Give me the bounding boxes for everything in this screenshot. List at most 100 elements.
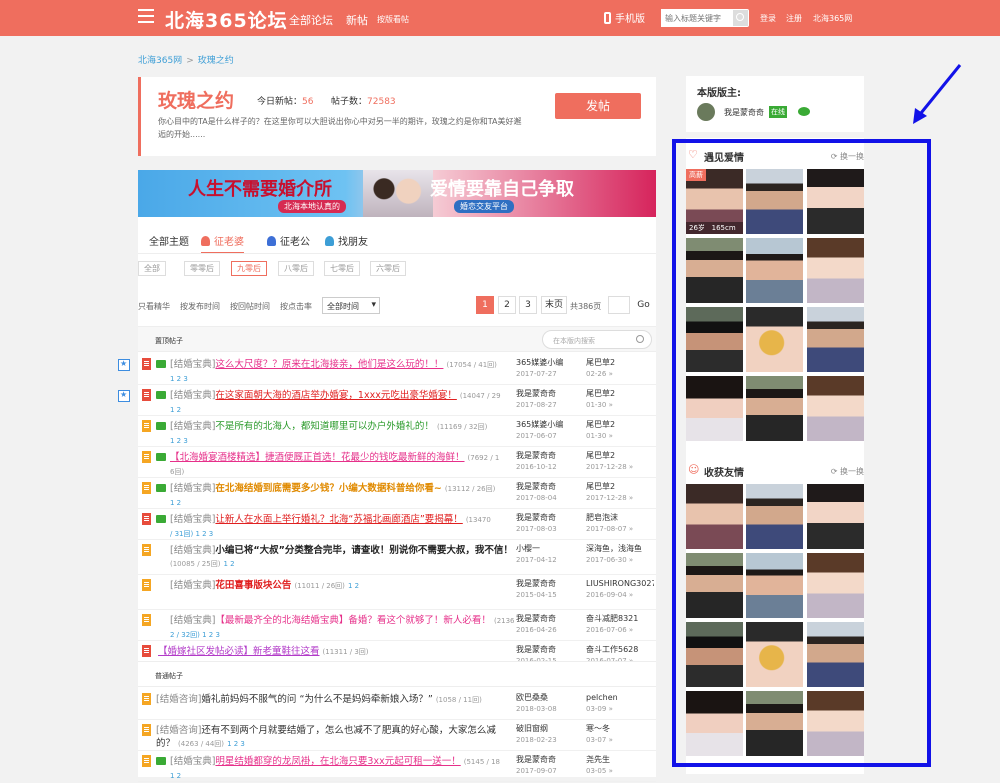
login-link[interactable]: 登录 [760,13,776,24]
site-logo[interactable]: 北海365论坛 [165,6,288,33]
table-row[interactable]: [结婚宝典]让新人在水面上举行婚礼？北海“苏福北画廊酒店”要揭幕！ (13470… [138,509,656,540]
age-filter-80s[interactable]: 八零后 [278,261,314,276]
header-search-input[interactable] [661,9,733,27]
page-1[interactable]: 1 [476,296,494,314]
table-row[interactable]: 【北海婚宴酒楼精选】捷酒便厩正首选！花最少的钱吃最新鲜的海鲜！ (7692 / … [138,447,656,478]
age-filter-00s[interactable]: 零零后 [184,261,220,276]
table-row[interactable]: [结婚宝典]小编已将“大叔”分类整合完毕，请查收！别说你不需要大叔，我不信！ (… [138,540,656,575]
thread-title[interactable]: [结婚宝典]花田喜事版块公告 (11011 / 26回) 1 2 [170,579,522,593]
thread-author[interactable]: 我是蒙奇奇 2015-04-15 [516,578,584,601]
table-row[interactable]: [结婚宝典]这么大尺度？？原来在北海接亲，他们是这么玩的！！ (17054 / … [118,354,656,386]
tab-seek-wife[interactable]: 征老婆 [201,233,244,254]
nav-by-board[interactable]: 按版看帖 [377,14,409,25]
tab-find-friends[interactable]: 找朋友 [325,233,368,248]
age-filter-90s[interactable]: 九零后 [231,261,267,276]
page-2[interactable]: 2 [498,296,516,314]
thread-author[interactable]: 365媒婆小编 2017-06-07 [516,419,584,442]
thread-title[interactable]: [结婚宝典]不是所有的北海人，都知道哪里可以办户外婚礼的！ (11169 / 3… [170,420,522,448]
mobile-link[interactable]: 手机版 [604,10,645,25]
thread-last-reply[interactable]: 尾巴草2 02-26 » [586,357,654,380]
thread-last-reply[interactable]: 尾巴草2 01-30 » [586,419,654,442]
age-filter-70s[interactable]: 七零后 [324,261,360,276]
nav-new-posts[interactable]: 新帖 [346,12,368,28]
site-link[interactable]: 北海365网 [813,13,852,24]
thread-last-reply[interactable]: 尾巴草2 2017-12-28 » [586,450,654,473]
table-row[interactable]: [结婚宝典]在这家面朝大海的酒店举办婚宴，1xxx元吃出豪华婚宴！ (14047… [118,385,656,417]
sort-by-post-time[interactable]: 按发布时间 [180,301,220,312]
table-row[interactable]: [结婚宝典]在北海结婚到底需要多少钱？小编大数据科普给你看~ (13112 / … [138,478,656,509]
tab-seek-husband[interactable]: 征老公 [267,233,310,248]
page-input[interactable] [608,296,630,314]
board-search-input[interactable]: 在本版内搜索 [542,330,652,349]
thread-author[interactable]: 我是蒙奇奇 2016-10-12 [516,450,584,473]
thread-last-reply[interactable]: 尾巴草2 2017-12-28 » [586,481,654,504]
nav-all-forums[interactable]: 全部论坛 [289,12,333,28]
age-filter-60s[interactable]: 六零后 [370,261,406,276]
thread-last-reply[interactable]: pelchen 03-09 » [586,692,654,715]
thread-author[interactable]: 我是蒙奇奇 2016-04-26 [516,613,584,636]
page-3[interactable]: 3 [519,296,537,314]
thread-list-panel: 全部主题 征老婆 征老公 找朋友 全部 零零后 九零后 八零后 七零后 六零后 … [118,217,656,782]
time-range-select[interactable]: 全部时间 [322,297,380,314]
thread-author[interactable]: 我是蒙奇奇 2017-08-27 [516,388,584,411]
table-row[interactable]: [结婚宝典]不是所有的北海人，都知道哪里可以办户外婚礼的！ (11169 / 3… [138,416,656,447]
thread-icon [142,420,151,432]
thread-author[interactable]: 365媒婆小编 2017-07-27 [516,357,584,380]
breadcrumb-home[interactable]: 北海365网 [138,56,182,66]
thread-author[interactable]: 欧巴桑桑 2018-03-08 [516,692,584,715]
table-row[interactable]: [结婚咨询]婚礼前妈妈不服气的问 “为什么不是妈妈牵新娘入场？” (1058 /… [138,689,656,720]
sort-by-reply-time[interactable]: 按回帖时间 [230,301,270,312]
thread-title[interactable]: [结婚咨询]婚礼前妈妈不服气的问 “为什么不是妈妈牵新娘入场？” (1058 /… [156,693,508,707]
menu-icon[interactable] [138,9,154,25]
hot-thread-icon [142,513,151,525]
register-link[interactable]: 注册 [786,13,802,24]
table-row[interactable]: [结婚咨询]还有不到两个月就要结婚了，怎么也减不了肥真的好心酸，大家怎么减的？ … [138,720,656,751]
thread-last-reply[interactable]: LIUSHIRONG3027 2016-09-04 » [586,578,654,601]
table-row[interactable]: [结婚宝典]花田喜事版块公告 (11011 / 26回) 1 2 我是蒙奇奇 20… [138,575,656,610]
thread-icon [142,693,151,705]
thread-icon [142,724,151,736]
wechat-icon[interactable] [798,107,810,116]
ad-banner[interactable]: 人生不需要婚介所 爱情要靠自己争取 北海本地认真的 婚恋交友平台 [138,170,656,217]
avatar[interactable] [697,103,715,121]
thread-author[interactable]: 小樱一 2017-04-12 [516,543,584,566]
thread-author[interactable]: 我是蒙奇奇 2017-08-04 [516,481,584,504]
breadcrumb-forum[interactable]: 玫瑰之约 [198,56,234,66]
moderator-name[interactable]: 我是蒙奇奇 [724,107,764,118]
thread-title[interactable]: [结婚宝典]这么大尺度？？原来在北海接亲，他们是这么玩的！！ (17054 / … [170,358,522,386]
normal-section-title: 普通帖子 [155,672,183,680]
woman-icon [201,236,210,246]
thread-title[interactable]: 【北海婚宴酒楼精选】捷酒便厩正首选！花最少的钱吃最新鲜的海鲜！ (7692 / … [170,451,522,479]
online-badge: 在线 [769,106,787,118]
thread-title[interactable]: [结婚宝典]在这家面朝大海的酒店举办婚宴，1xxx元吃出豪华婚宴！ (14047… [170,389,522,417]
thread-last-reply[interactable]: 深海鱼，浅海鱼 2017-06-30 » [586,543,654,566]
photo-icon [156,757,166,765]
page-last[interactable]: 末页 [541,296,568,314]
thread-title[interactable]: [结婚宝典]明星结婚都穿的龙凤褂，在北海只要3xx元起可租一送一！ (5145 … [170,755,522,783]
moderators-title: 本版版主: [697,88,741,99]
table-row[interactable]: [结婚宝典]【最新最齐全的北海结婚宝典】备婚？看这个就够了！新人必看！ (213… [138,610,656,641]
pin-badge-icon [118,359,130,371]
banner-right-text: 爱情要靠自己争取 [430,179,574,200]
photo-icon [156,422,166,430]
thread-title[interactable]: [结婚宝典]在北海结婚到底需要多少钱？小编大数据科普给你看~ (13112 / … [170,482,522,510]
thread-last-reply[interactable]: 寒～冬 03-07 » [586,723,654,746]
thread-author[interactable]: 我是蒙奇奇 2017-08-03 [516,512,584,535]
thread-title[interactable]: [结婚宝典]让新人在水面上举行婚礼？北海“苏福北画廊酒店”要揭幕！ (13470… [170,513,522,541]
thread-last-reply[interactable]: 肥皂泡沫 2017-08-07 » [586,512,654,535]
table-row[interactable]: [结婚宝典]明星结婚都穿的龙凤褂，在北海只要3xx元起可租一送一！ (5145 … [138,751,656,782]
thread-last-reply[interactable]: 尾巴草2 01-30 » [586,388,654,411]
page-go-button[interactable]: Go [631,296,656,314]
sort-featured[interactable]: 只看精华 [138,301,170,312]
tab-all[interactable]: 全部主题 [149,233,189,248]
thread-last-reply[interactable]: 奋斗减肥8321 2016-07-06 » [586,613,654,636]
thread-title[interactable]: 【婚嫁社区发帖必读】新老童鞋往这看 (11311 / 3回) [158,645,510,659]
sort-by-clicks[interactable]: 按点击率 [280,301,312,312]
search-icon[interactable] [733,10,748,26]
thread-author[interactable]: 破旧窗纲 2018-02-23 [516,723,584,746]
new-post-button[interactable]: 发帖 [555,93,641,119]
thread-title[interactable]: [结婚宝典]小编已将“大叔”分类整合完毕，请查收！别说你不需要大叔，我不信！ (… [170,544,522,571]
thread-title[interactable]: [结婚咨询]还有不到两个月就要结婚了，怎么也减不了肥真的好心酸，大家怎么减的？ … [156,724,508,751]
thread-title[interactable]: [结婚宝典]【最新最齐全的北海结婚宝典】备婚？看这个就够了！新人必看！ (213… [170,614,522,642]
age-filter-all[interactable]: 全部 [138,261,166,276]
